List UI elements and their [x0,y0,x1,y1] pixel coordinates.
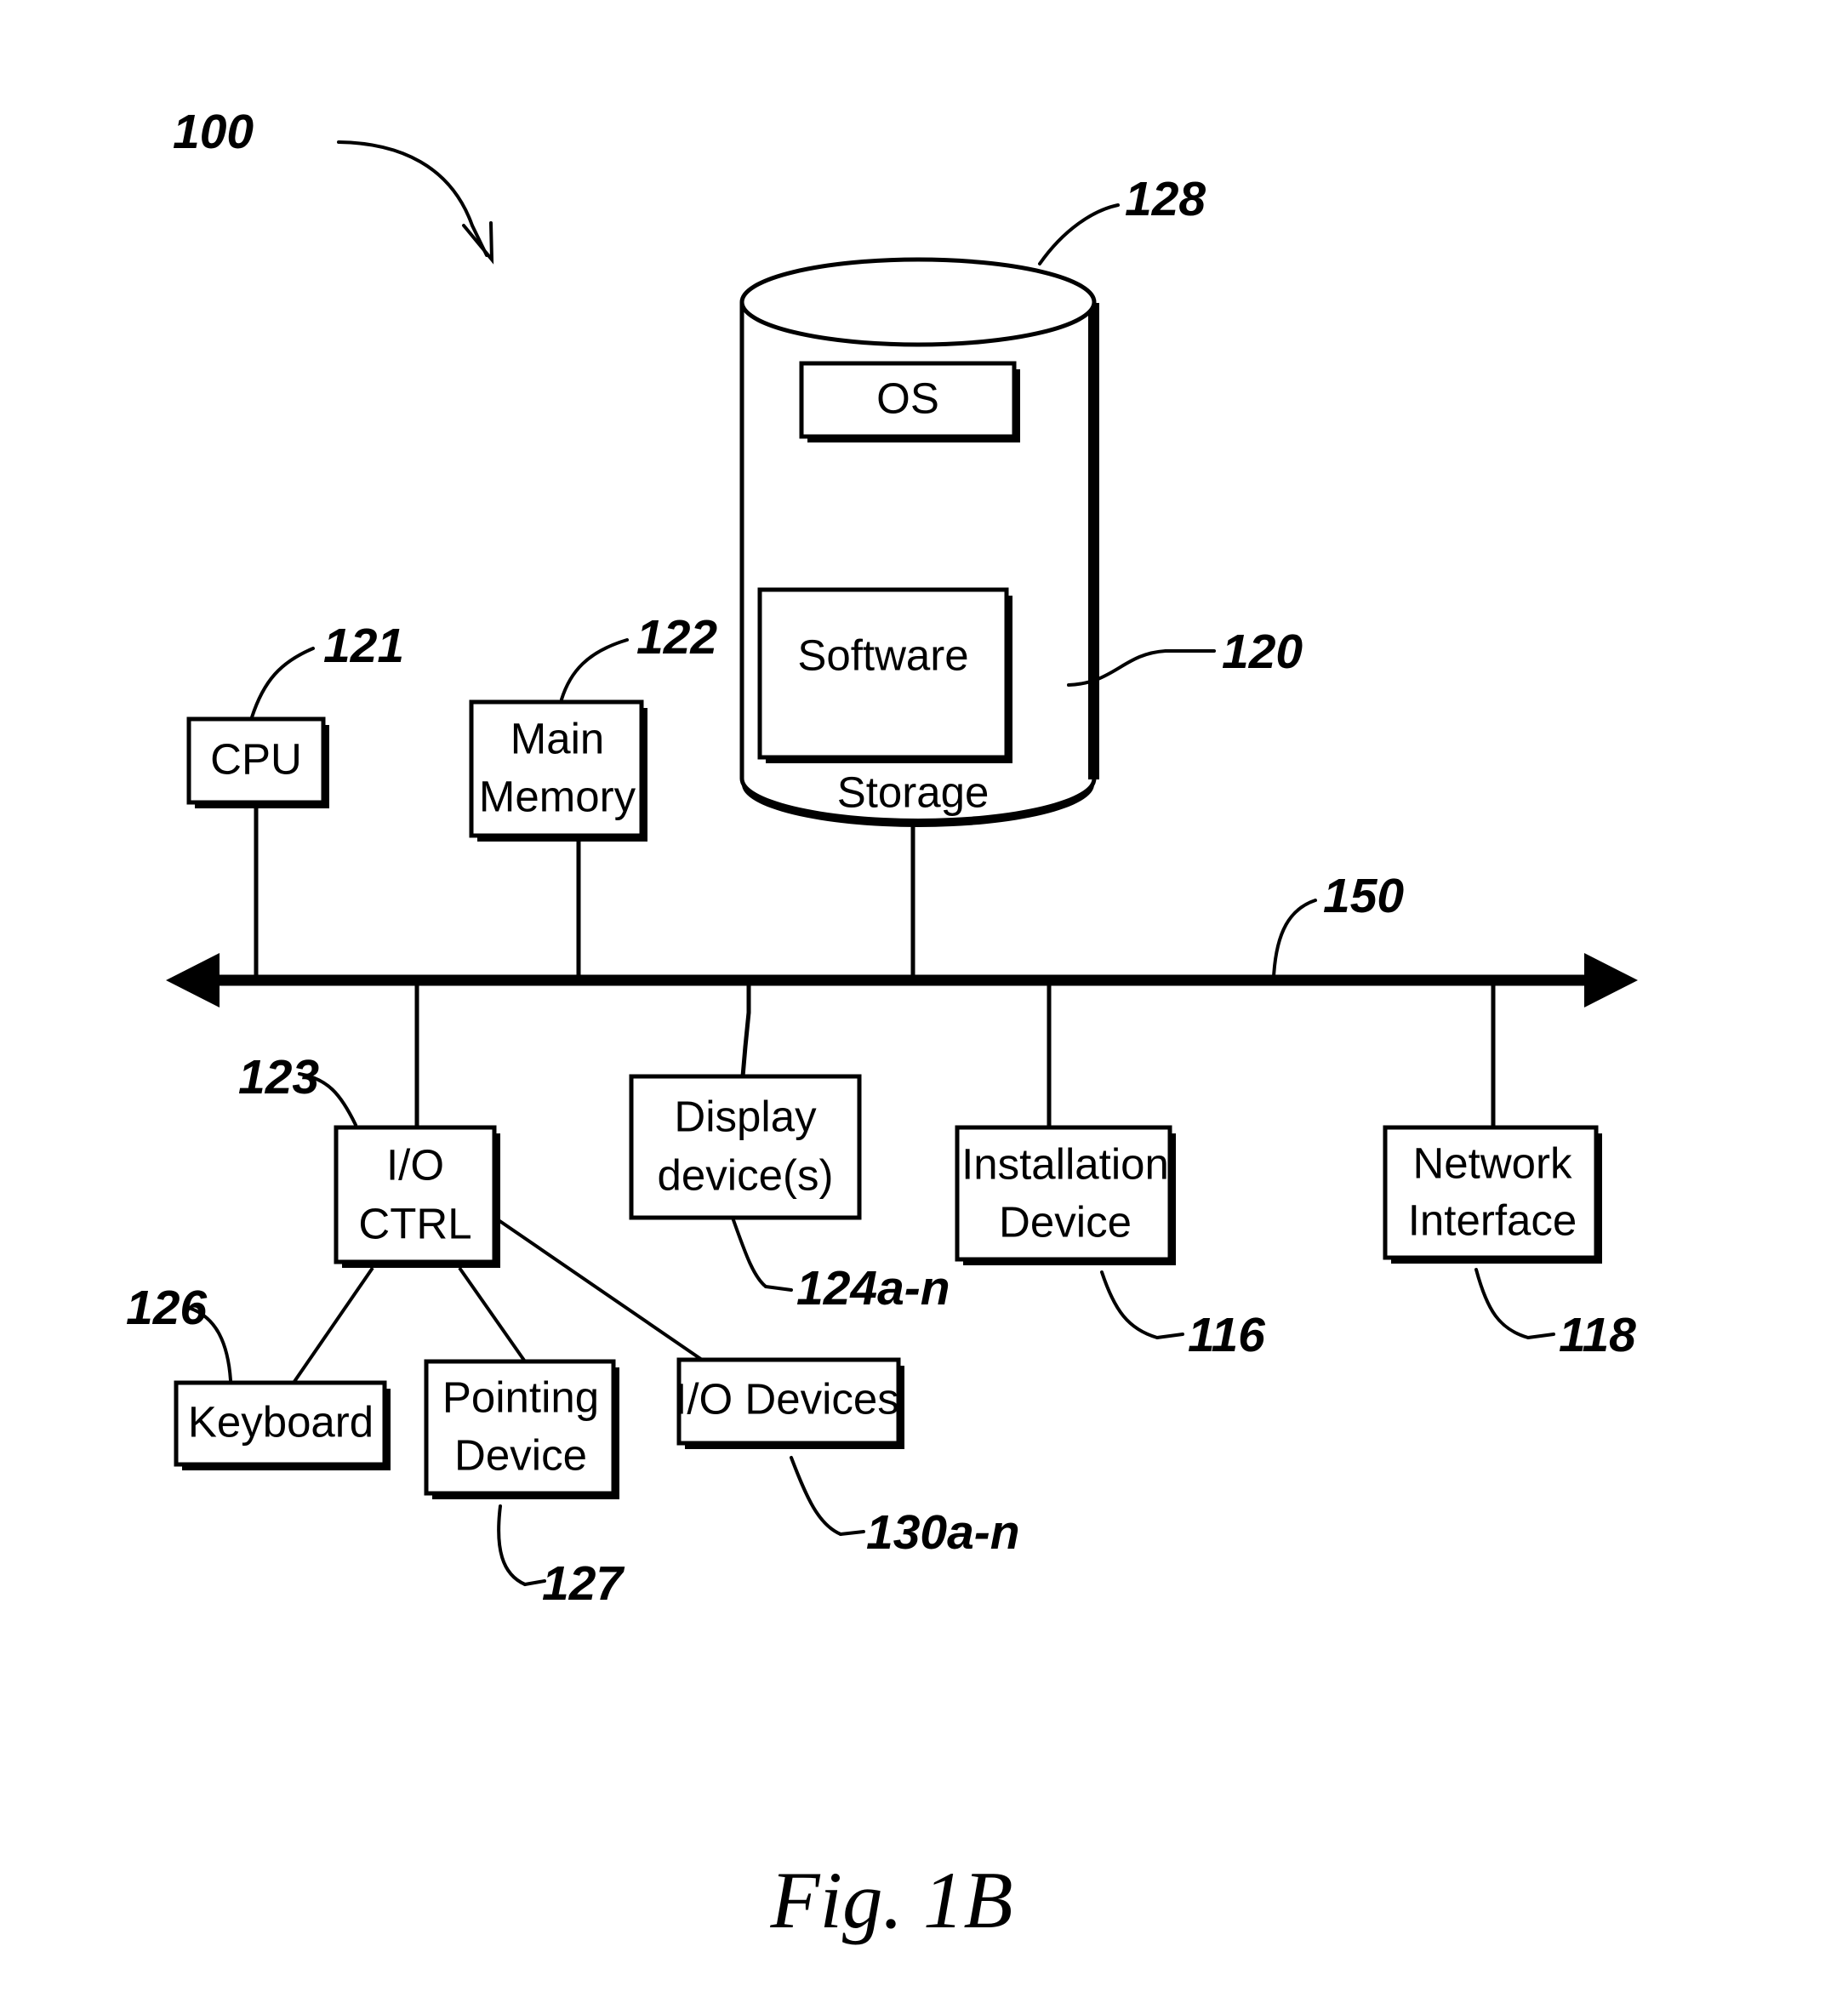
os-box: OS [799,361,1020,442]
io-ctrl-box: I/O CTRL [334,1125,500,1268]
network-interface-label-line1: Network [1412,1139,1572,1187]
display-devices-ref-leader [731,1216,793,1292]
io-ctrl-pointing-wire [458,1266,527,1363]
storage-label: Storage [837,768,990,816]
display-devices-box: Display device(s) [629,1074,862,1220]
os-label: OS [876,374,939,422]
installation-device-box: Installation Device [955,1125,1176,1265]
ref-116: 116 [1188,1308,1265,1362]
bus-ref-leader [1272,899,1317,979]
main-memory-ref-leader [560,638,629,701]
pointing-device-ref-leader [497,1504,546,1586]
io-ctrl-io-devices-wire [494,1217,704,1361]
software-label: Software [797,631,968,679]
figure-caption: Fig. 1B [770,1855,1013,1945]
system-block-diagram: OS Software Storage 128 120 CPU 121 Main… [126,140,1638,1945]
ref-124a-n: 124a-n [796,1261,950,1316]
io-devices-label: I/O Devices [675,1374,899,1423]
ref-127: 127 [542,1556,625,1611]
keyboard-box: Keyboard [174,1380,391,1470]
io-devices-ref-leader [790,1456,865,1536]
ref-118: 118 [1559,1308,1636,1362]
patent-figure-1b: OS Software Storage 128 120 CPU 121 Main… [0,0,1848,2009]
system-bus [166,953,1638,1007]
ref-122: 122 [636,610,717,665]
display-devices-label-line1: Display [674,1092,817,1140]
ref-121: 121 [323,619,404,673]
installation-device-ref-leader [1100,1270,1184,1339]
main-memory-label-line1: Main [510,714,605,762]
storage-ref-leader [1038,203,1120,265]
ref-123: 123 [238,1050,319,1104]
pointing-device-label-line1: Pointing [442,1373,599,1421]
pointing-device-label-line2: Device [454,1430,587,1479]
ref-130a-n: 130a-n [866,1505,1020,1560]
network-interface-ref-leader [1474,1268,1555,1339]
keyboard-label: Keyboard [188,1397,374,1446]
io-ctrl-keyboard-wire [292,1266,374,1384]
cpu-box: CPU [186,716,329,808]
io-ctrl-label-line2: CTRL [358,1199,471,1247]
main-memory-label-line2: Memory [479,772,636,820]
cpu-label: CPU [210,734,302,783]
io-devices-box: I/O Devices [675,1357,904,1449]
installation-device-label-line1: Installation [961,1139,1169,1188]
network-interface-box: Network Interface [1383,1125,1602,1264]
system-leader-arrow [337,140,494,265]
ref-120: 120 [1222,625,1303,679]
display-bus-wire [740,980,751,1077]
pointing-device-box: Pointing Device [424,1359,619,1499]
installation-device-label-line2: Device [999,1197,1132,1246]
software-box: Software [757,587,1012,763]
cpu-ref-leader [250,647,315,719]
ref-126: 126 [126,1281,207,1335]
ref-150: 150 [1323,869,1404,923]
ref-128: 128 [1125,172,1206,226]
network-interface-label-line2: Interface [1408,1196,1577,1244]
io-ctrl-label-line1: I/O [386,1140,444,1189]
ref-100: 100 [173,105,254,159]
display-devices-label-line2: device(s) [658,1150,834,1199]
main-memory-box: Main Memory [469,699,647,842]
